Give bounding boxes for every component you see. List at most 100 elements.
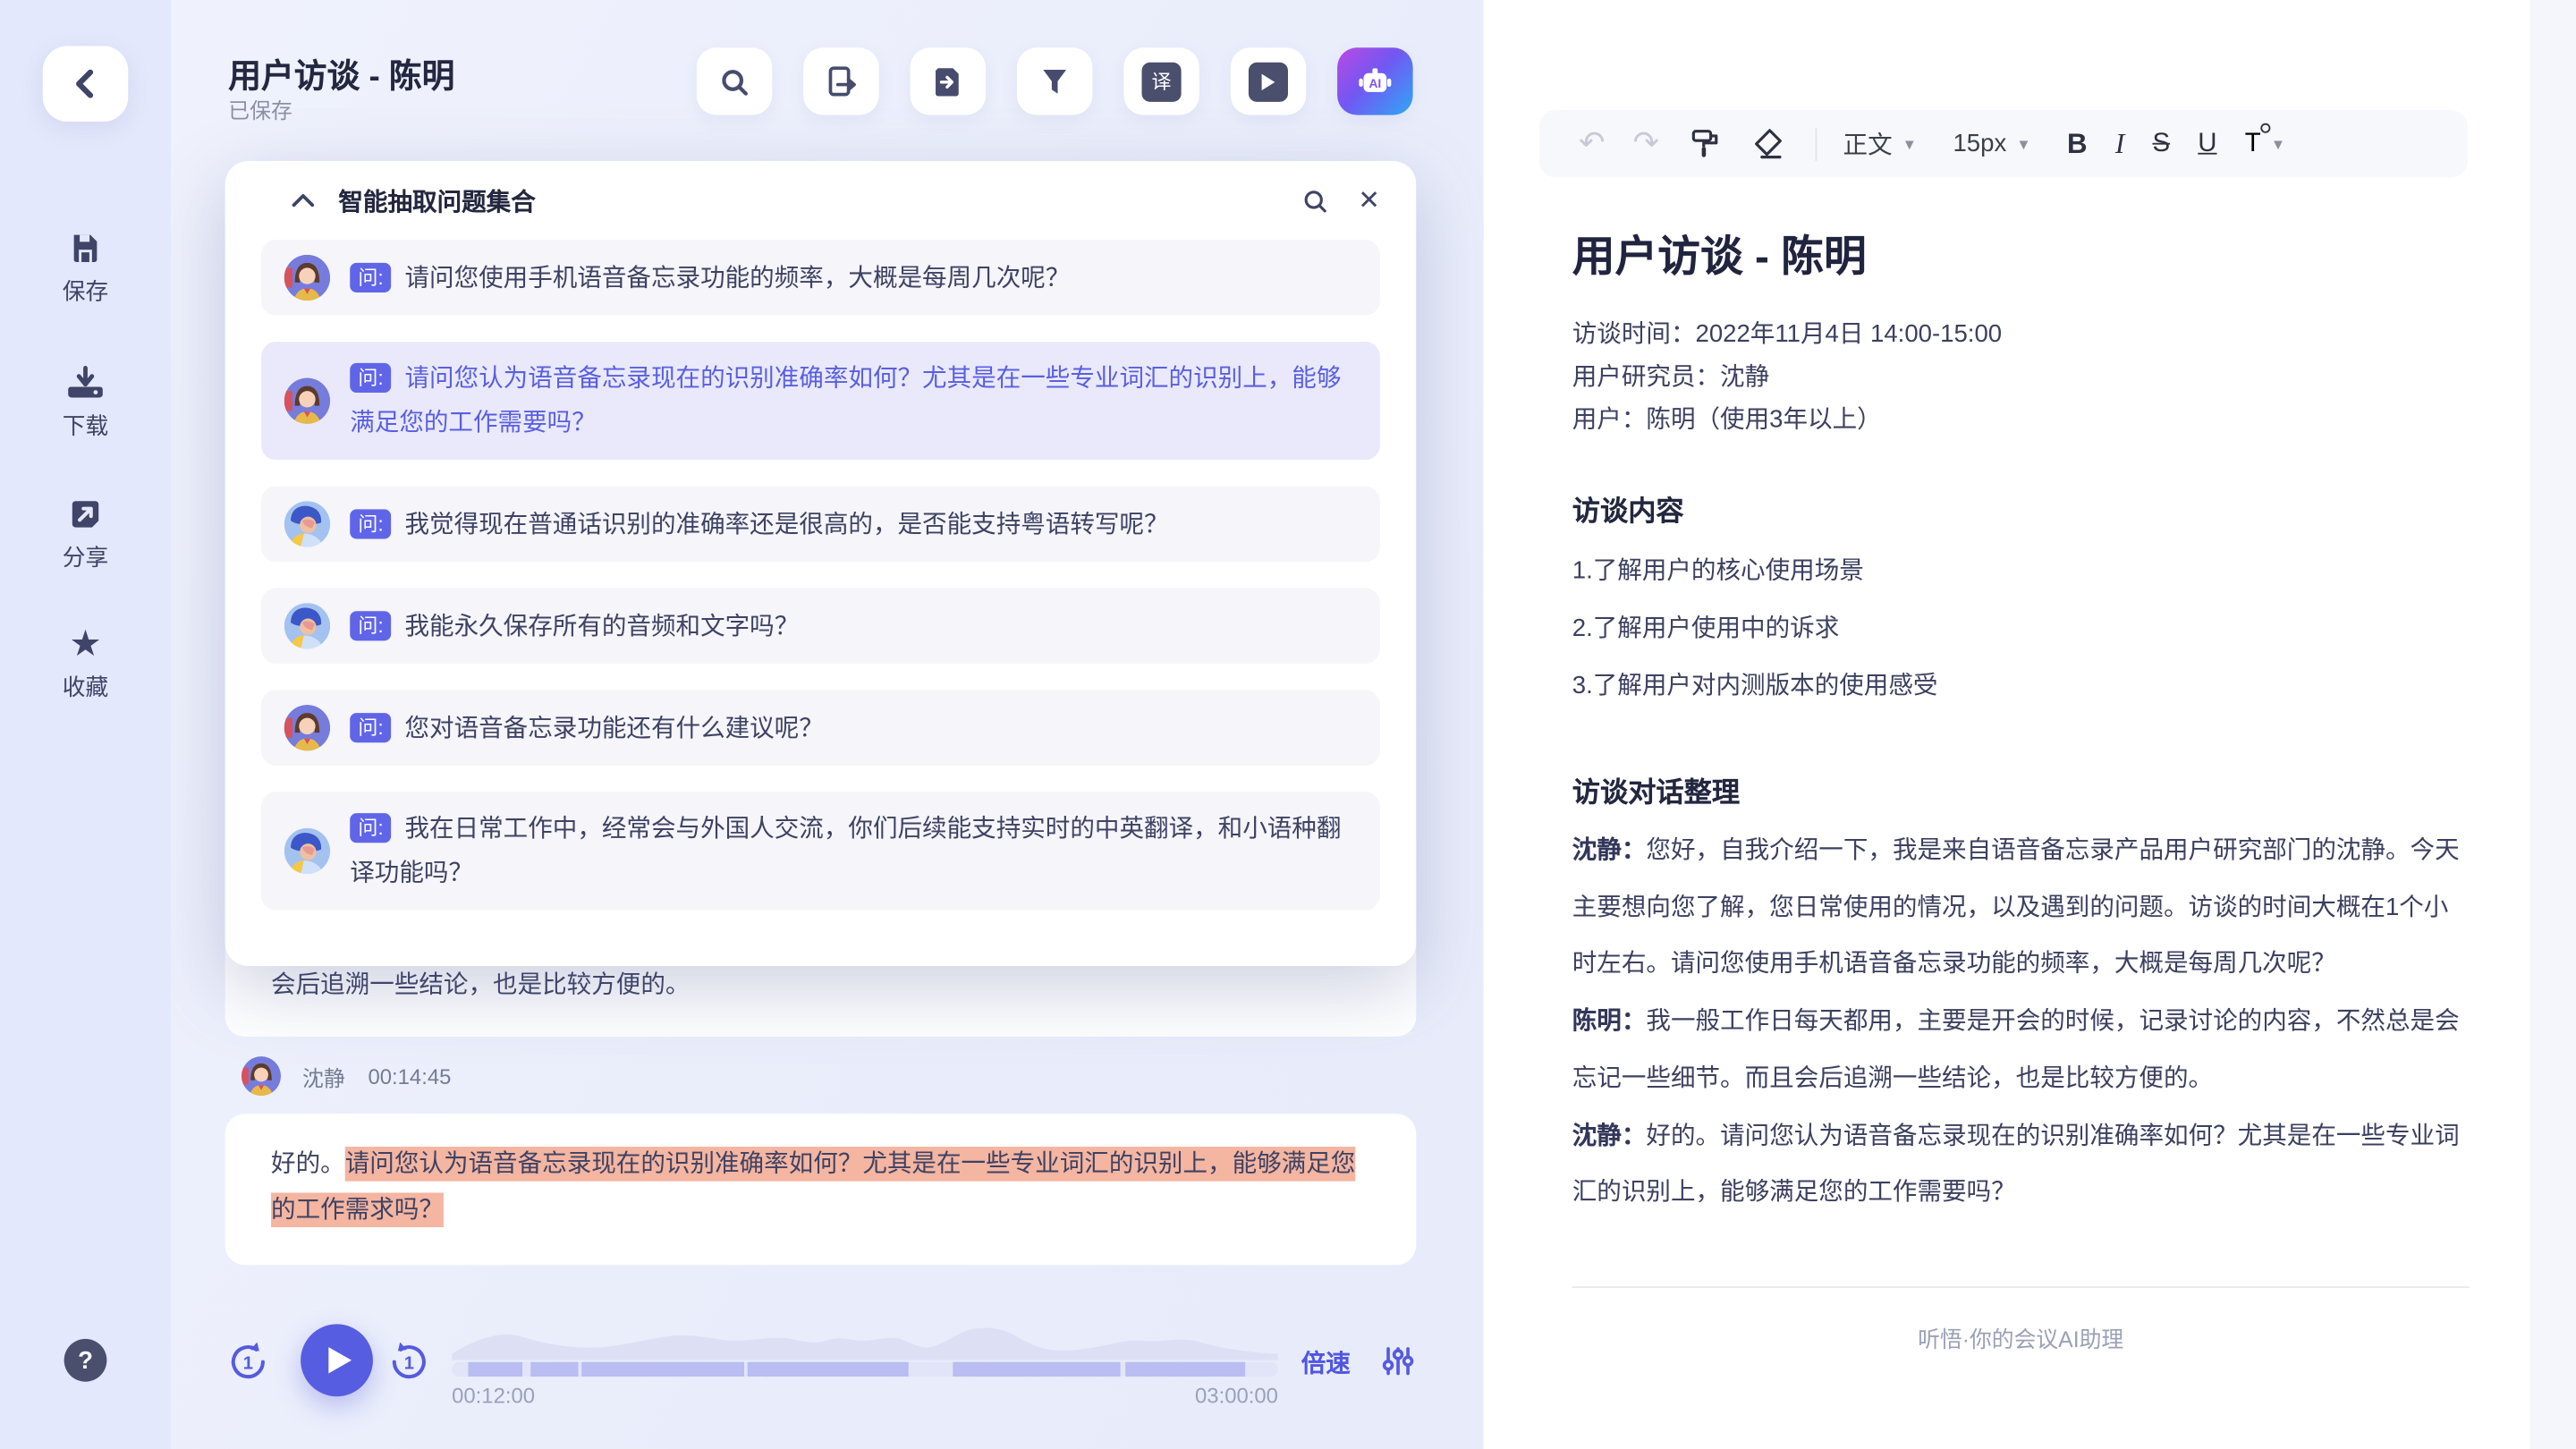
help-button[interactable]: ? bbox=[64, 1339, 107, 1382]
smart-questions-panel: 智能抽取问题集合 ✕ 问:请问您使用手机语音备忘录功能的频率，大概是每周几次呢？… bbox=[225, 161, 1417, 966]
filter-button[interactable] bbox=[1017, 47, 1092, 114]
question-item[interactable]: 问:我能永久保存所有的音频和文字吗？ bbox=[261, 589, 1380, 664]
meta-line: 用户研究员：沈静 bbox=[1572, 357, 2470, 400]
audio-settings-button[interactable] bbox=[1382, 1345, 1415, 1385]
progress-bar[interactable] bbox=[452, 1362, 1278, 1377]
question-text: 问:请问您认为语音备忘录现在的识别准确率如何？尤其是在一些专业词汇的识别上，能够… bbox=[350, 357, 1357, 445]
undo-button[interactable]: ↶ bbox=[1579, 128, 1605, 159]
sidebar-item-favorite[interactable]: ★ 收藏 bbox=[0, 626, 171, 703]
panel-close-button[interactable]: ✕ bbox=[1358, 184, 1380, 217]
transcript-card-current[interactable]: 好的。请问您认为语音备忘录现在的识别准确率如何？尤其是在一些专业词汇的识别上，能… bbox=[225, 1114, 1417, 1265]
sidebar-item-share[interactable]: 分享 bbox=[0, 496, 171, 573]
filter-icon bbox=[1038, 65, 1072, 98]
meta-line: 访谈时间：2022年11月4日 14:00-15:00 bbox=[1572, 314, 2470, 357]
question-badge: 问: bbox=[350, 813, 392, 843]
progress-segment bbox=[953, 1362, 1122, 1377]
speaker-timestamp[interactable]: 00:14:45 bbox=[368, 1063, 451, 1089]
waveform[interactable] bbox=[452, 1327, 1278, 1360]
toolbar-divider bbox=[1815, 127, 1817, 160]
section-title: 访谈内容 bbox=[1572, 488, 2470, 530]
video-button[interactable] bbox=[1231, 47, 1306, 114]
rewind-button[interactable]: 1 bbox=[225, 1339, 271, 1394]
sidebar-item-label: 分享 bbox=[0, 540, 171, 573]
question-text: 问:我觉得现在普通话识别的准确率还是很高的，是否能支持粤语转写呢？ bbox=[350, 502, 1168, 547]
question-badge: 问: bbox=[350, 610, 392, 640]
dialog-speaker: 陈明： bbox=[1572, 1007, 1647, 1035]
dialog-paragraphs: 沈静：您好，自我介绍一下，我是来自语音备忘录产品用户研究部门的沈静。今天主要想向… bbox=[1572, 823, 2470, 1222]
avatar-woman bbox=[284, 705, 330, 750]
search-icon bbox=[718, 65, 751, 98]
sidebar-item-save[interactable]: 保存 bbox=[0, 230, 171, 307]
equalizer-icon bbox=[1382, 1345, 1415, 1377]
right-margin bbox=[2530, 0, 2576, 1449]
dialog-text: 您好，自我介绍一下，我是来自语音备忘录产品用户研究部门的沈静。今天主要想向您了解… bbox=[1572, 836, 2460, 979]
document-meta: 访谈时间：2022年11月4日 14:00-15:00用户研究员：沈静用户：陈明… bbox=[1572, 314, 2470, 442]
document-title: 用户访谈 - 陈明 bbox=[1572, 226, 2470, 285]
question-item[interactable]: 问:我在日常工作中，经常会与外国人交流，你们后续能支持实时的中英翻译，和小语种翻… bbox=[261, 792, 1380, 910]
dialog-text: 好的。请问您认为语音备忘录现在的识别准确率如何？尤其是在一些专业词汇的识别上，能… bbox=[1572, 1122, 2460, 1207]
question-text: 问:我在日常工作中，经常会与外国人交流，你们后续能支持实时的中英翻译，和小语种翻… bbox=[350, 807, 1357, 895]
question-badge: 问: bbox=[350, 712, 392, 741]
svg-text:1: 1 bbox=[243, 1354, 253, 1374]
top-toolbar: 译 AI bbox=[697, 47, 1413, 114]
question-badge: 问: bbox=[350, 508, 392, 538]
save-status: 已保存 bbox=[228, 94, 292, 125]
main-area: 用户访谈 - 陈明 已保存 bbox=[171, 0, 1484, 1449]
download-icon bbox=[65, 365, 105, 401]
forward-button[interactable]: 1 bbox=[386, 1339, 432, 1394]
question-item[interactable]: 问:请问您认为语音备忘录现在的识别准确率如何？尤其是在一些专业词汇的识别上，能够… bbox=[261, 342, 1380, 460]
underline-button[interactable]: U bbox=[2198, 129, 2216, 158]
waveform-shape bbox=[452, 1327, 1278, 1360]
transcript-text: 会后追溯一些结论，也是比较方便的。 bbox=[271, 966, 690, 1001]
translate-button[interactable]: 译 bbox=[1123, 47, 1199, 114]
question-item[interactable]: 问:我觉得现在普通话识别的准确率还是很高的，是否能支持粤语转写呢？ bbox=[261, 487, 1380, 562]
font-size-select[interactable]: 15px ▼ bbox=[1953, 130, 2030, 157]
format-paint-button[interactable] bbox=[1687, 126, 1722, 161]
rewind-1-icon: 1 bbox=[225, 1339, 271, 1385]
sidebar-item-download[interactable]: 下载 bbox=[0, 365, 171, 442]
italic-button[interactable]: I bbox=[2115, 127, 2124, 160]
back-button[interactable] bbox=[43, 46, 129, 121]
export-transcript-button[interactable] bbox=[803, 47, 878, 114]
redo-button[interactable]: ↷ bbox=[1633, 128, 1659, 159]
avatar-man bbox=[284, 603, 330, 648]
ai-assistant-button[interactable]: AI bbox=[1337, 47, 1412, 114]
app-root: 保存 下载 分享 ★ 收藏 ? 用户访谈 - 陈明 bbox=[0, 0, 2576, 1449]
question-item[interactable]: 问:您对语音备忘录功能还有什么建议呢？ bbox=[261, 690, 1380, 765]
question-text: 问:我能永久保存所有的音频和文字吗？ bbox=[350, 604, 799, 648]
svg-text:AI: AI bbox=[1368, 76, 1381, 89]
search-button[interactable] bbox=[697, 47, 772, 114]
chevron-down-icon: ▼ bbox=[2271, 136, 2285, 152]
video-play-icon bbox=[1249, 62, 1288, 101]
question-item[interactable]: 问:请问您使用手机语音备忘录功能的频率，大概是每周几次呢？ bbox=[261, 240, 1380, 315]
tag-arrow-icon bbox=[930, 64, 966, 99]
document-editor[interactable]: 用户访谈 - 陈明 访谈时间：2022年11月4日 14:00-15:00用户研… bbox=[1572, 226, 2470, 1353]
paragraph-style-select[interactable]: 正文 ▼ bbox=[1843, 126, 1918, 161]
avatar-woman bbox=[284, 255, 330, 301]
mark-button[interactable] bbox=[911, 47, 986, 114]
speaker-row: 沈静 00:14:45 bbox=[242, 1056, 451, 1096]
dialog-paragraph: 陈明：我一般工作日每天都用，主要是开会的时候，记录讨论的内容，不然总是会忘记一些… bbox=[1572, 994, 2470, 1107]
strikethrough-button[interactable]: S bbox=[2152, 129, 2170, 158]
content-list-item: 3.了解用户对内测版本的使用感受 bbox=[1572, 657, 2470, 715]
total-time: 03:00:00 bbox=[950, 1384, 1278, 1409]
progress-segment bbox=[1125, 1362, 1245, 1377]
play-button[interactable] bbox=[301, 1324, 373, 1396]
sidebar-item-label: 收藏 bbox=[0, 670, 171, 703]
playback-speed-button[interactable]: 倍速 bbox=[1301, 1345, 1351, 1380]
share-icon bbox=[67, 496, 103, 532]
text-spacing-select[interactable]: T ▼ bbox=[2245, 129, 2285, 158]
document-divider bbox=[1572, 1286, 2470, 1288]
app-signature: 听悟·你的会议AI助理 bbox=[1572, 1321, 2470, 1354]
chevron-down-icon: ▼ bbox=[2016, 136, 2030, 152]
dialog-paragraph: 沈静：您好，自我介绍一下，我是来自语音备忘录产品用户研究部门的沈静。今天主要想向… bbox=[1572, 823, 2470, 994]
collapse-button[interactable] bbox=[291, 192, 316, 208]
page-title: 用户访谈 - 陈明 bbox=[228, 49, 454, 97]
panel-search-button[interactable] bbox=[1301, 186, 1328, 214]
highlighted-text: 请问您认为语音备忘录现在的识别准确率如何？尤其是在一些专业词汇的识别上，能够满足… bbox=[271, 1147, 1355, 1227]
bold-button[interactable]: B bbox=[2067, 127, 2088, 160]
sidebar-item-label: 下载 bbox=[0, 409, 171, 442]
clear-format-button[interactable] bbox=[1750, 126, 1784, 161]
letter-spacing-icon: T bbox=[2245, 129, 2261, 158]
interview-content-list: 1.了解用户的核心使用场景2.了解用户使用中的诉求3.了解用户对内测版本的使用感… bbox=[1572, 542, 2470, 715]
